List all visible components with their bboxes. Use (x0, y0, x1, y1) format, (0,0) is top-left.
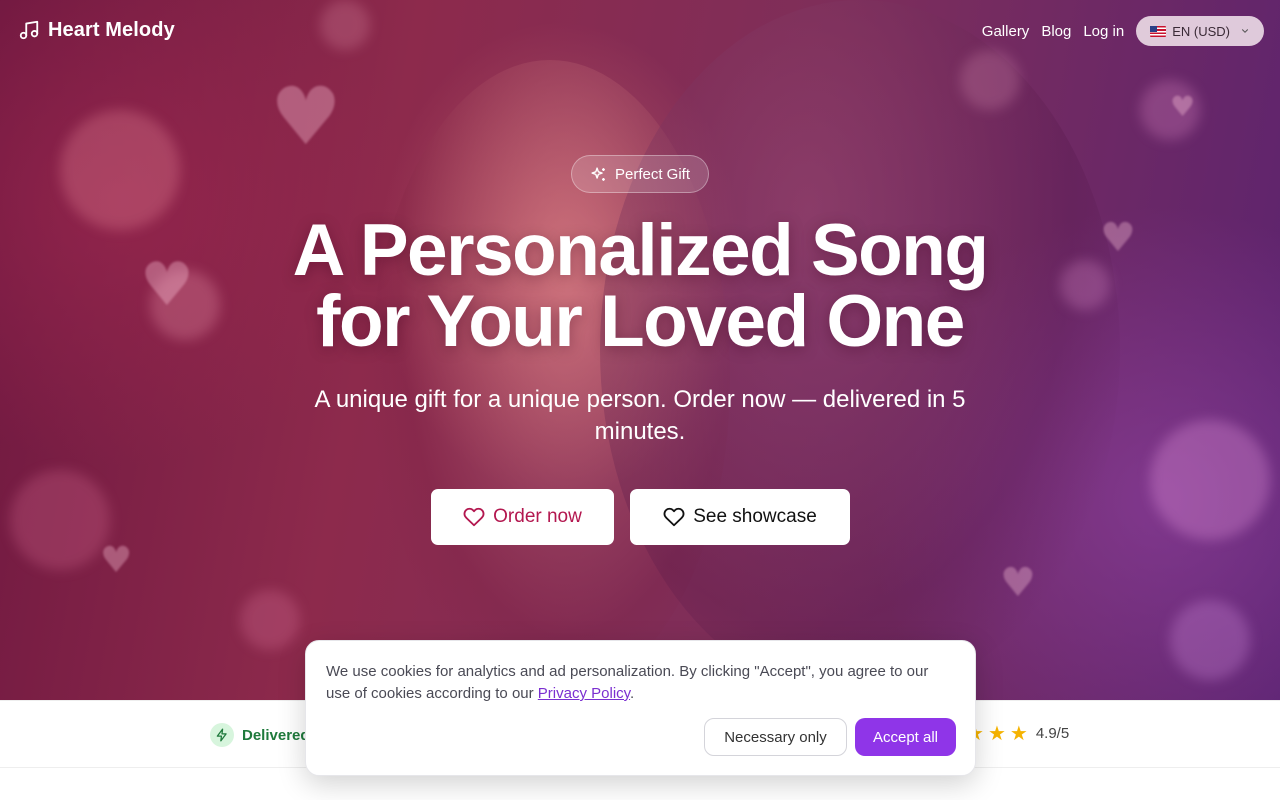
hero-title: A Personalized Song for Your Loved One (240, 210, 1040, 362)
star-icon: ★ (1009, 721, 1028, 745)
sparkles-icon (591, 166, 605, 181)
bokeh-light (60, 110, 180, 230)
delivered-label: Delivered (242, 726, 310, 744)
stat-delivered: Delivered (210, 723, 310, 747)
music-note-icon (19, 20, 39, 40)
brand-logo[interactable]: Heart Melody (18, 18, 175, 42)
heart-decoration-icon: ♥ (1100, 215, 1136, 261)
bokeh-light (10, 470, 110, 570)
nav-links: Gallery Blog Log in EN (USD) (982, 16, 1264, 46)
see-showcase-button[interactable]: See showcase (630, 489, 850, 545)
star-icon: ★ (987, 721, 1006, 745)
nav-link-login[interactable]: Log in (1083, 23, 1124, 40)
order-now-button[interactable]: Order now (431, 489, 614, 545)
language-selector[interactable]: EN (USD) (1136, 16, 1264, 46)
stat-rating: ★ ★ ★ 4.9/5 (966, 723, 1069, 743)
accept-all-button[interactable]: Accept all (855, 718, 956, 756)
bokeh-light (1150, 420, 1270, 540)
heart-icon (463, 507, 485, 527)
privacy-policy-link[interactable]: Privacy Policy (538, 685, 630, 702)
bolt-badge (210, 723, 234, 747)
heart-decoration-icon: ♥ (270, 70, 342, 163)
bokeh-light (1170, 600, 1250, 680)
see-showcase-label: See showcase (693, 506, 817, 527)
language-label: EN (USD) (1172, 23, 1230, 39)
perfect-gift-badge: Perfect Gift (571, 155, 709, 193)
order-now-label: Order now (493, 506, 582, 527)
heart-icon (663, 507, 685, 527)
hero-subtitle: A unique gift for a unique person. Order… (314, 386, 966, 445)
lightning-icon (216, 728, 227, 742)
cookie-message: We use cookies for analytics and ad pers… (326, 661, 956, 705)
cookie-text-end: . (630, 685, 635, 702)
cookie-banner: We use cookies for analytics and ad pers… (305, 640, 976, 776)
us-flag-icon (1150, 25, 1167, 37)
rating-value: 4.9/5 (1035, 724, 1070, 742)
necessary-only-button[interactable]: Necessary only (704, 718, 847, 756)
nav-link-gallery[interactable]: Gallery (982, 23, 1030, 40)
heart-decoration-icon: ♥ (1000, 560, 1036, 606)
badge-label: Perfect Gift (614, 165, 691, 183)
heart-decoration-icon: ♥ (100, 540, 133, 581)
bokeh-light (1060, 260, 1110, 310)
brand-name: Heart Melody (48, 18, 175, 41)
bokeh-light (240, 590, 300, 650)
hero-title-line2: for Your Loved One (316, 281, 965, 362)
chevron-down-icon (1241, 29, 1249, 33)
nav-link-blog[interactable]: Blog (1041, 23, 1071, 40)
hero-title-line1: A Personalized Song (292, 210, 989, 291)
heart-decoration-icon: ♥ (1170, 90, 1196, 123)
heart-decoration-icon: ♥ (140, 250, 194, 320)
top-nav: Heart Melody Gallery Blog Log in EN (USD… (0, 0, 1280, 62)
